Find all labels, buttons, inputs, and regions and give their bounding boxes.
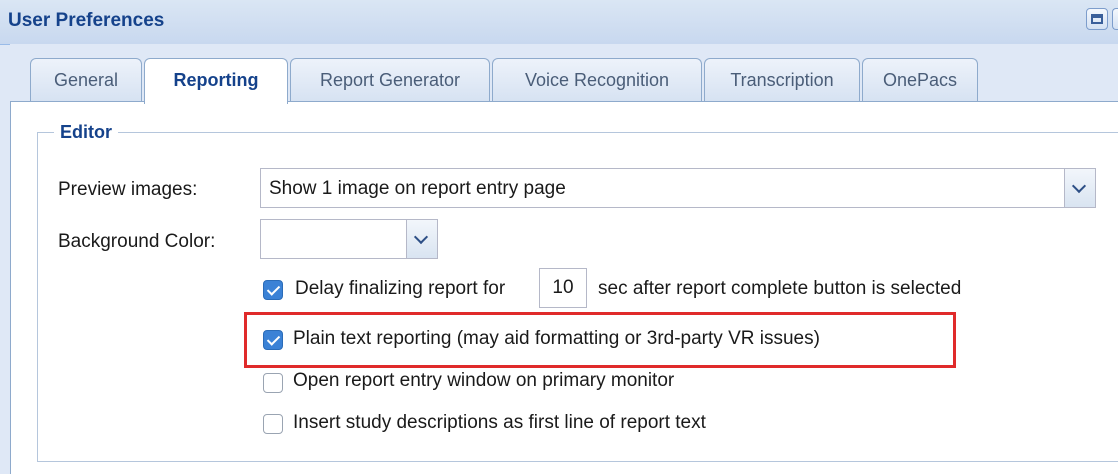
primary-monitor-checkbox[interactable] [263, 373, 283, 393]
tool-button-partial[interactable] [1112, 8, 1118, 30]
tab-transcription[interactable]: Transcription [704, 58, 860, 102]
background-color-label: Background Color: [58, 231, 216, 252]
window-title: User Preferences [8, 10, 165, 31]
tab-strip: General Reporting Report Generator Voice… [10, 44, 1118, 104]
delay-finalizing-suffix: sec after report complete button is sele… [598, 278, 962, 299]
background-color-dropdown-trigger[interactable] [406, 220, 437, 258]
preview-images-select[interactable]: Show 1 image on report entry page [260, 168, 1096, 208]
insert-descriptions-checkbox[interactable] [263, 414, 283, 434]
maximize-icon [1091, 14, 1103, 24]
window-titlebar: User Preferences [0, 0, 1118, 45]
chevron-down-icon [413, 229, 429, 245]
delay-seconds-input[interactable]: 10 [539, 268, 587, 308]
preview-images-value: Show 1 image on report entry page [269, 178, 566, 199]
insert-descriptions-label: Insert study descriptions as first line … [293, 412, 706, 433]
delay-finalizing-checkbox[interactable] [263, 280, 283, 300]
tab-reporting[interactable]: Reporting [144, 58, 288, 104]
highlight-annotation [244, 312, 956, 368]
background-color-select[interactable] [260, 219, 438, 259]
editor-legend: Editor [54, 122, 118, 143]
user-preferences-window: User Preferences General Reporting Repor… [0, 0, 1118, 474]
tab-onepacs[interactable]: OnePacs [862, 58, 978, 102]
primary-monitor-label: Open report entry window on primary moni… [293, 370, 675, 391]
maximize-button[interactable] [1086, 8, 1108, 30]
preview-images-dropdown-trigger[interactable] [1064, 169, 1095, 207]
preview-images-label: Preview images: [58, 179, 198, 200]
tab-voice-recognition[interactable]: Voice Recognition [492, 58, 702, 102]
tab-general[interactable]: General [30, 58, 142, 102]
chevron-down-icon [1071, 178, 1087, 194]
delay-finalizing-label: Delay finalizing report for [295, 278, 506, 299]
tab-report-generator[interactable]: Report Generator [290, 58, 490, 102]
